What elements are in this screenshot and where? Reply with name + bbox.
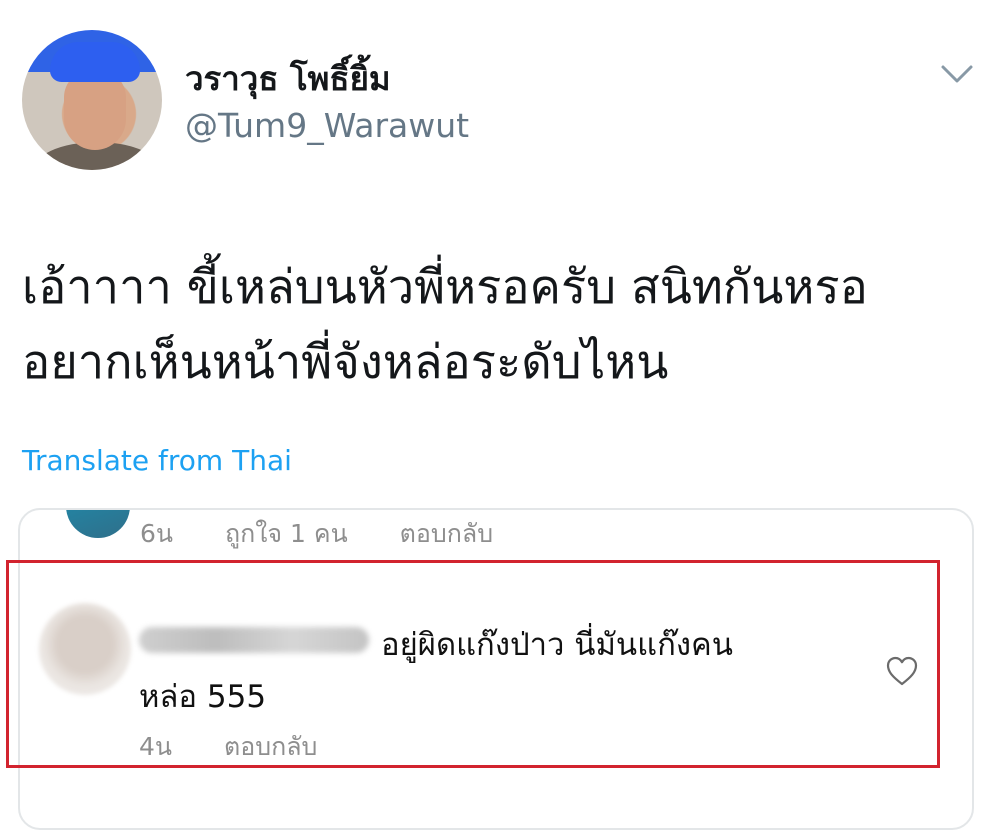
prev-comment-avatar — [66, 510, 130, 538]
comment-text-line1: อยู่ผิดแก๊งป่าว นี่มันแก๊งคน — [381, 627, 733, 663]
comment-meta: 4น ตอบกลับ — [139, 727, 361, 767]
avatar-hair — [50, 42, 140, 82]
comment-reply-button[interactable]: ตอบกลับ — [224, 732, 317, 761]
display-name[interactable]: วราวุธ โพธิ์ยิ้ม — [185, 52, 391, 105]
avatar-face — [64, 70, 126, 150]
prev-comment-time: 6น — [140, 519, 173, 548]
prev-comment-likes[interactable]: ถูกใจ 1 คน — [225, 519, 348, 548]
comment-text-line2: หล่อ 555 — [139, 679, 267, 715]
heart-icon[interactable] — [885, 655, 919, 687]
highlighted-comment: อยู่ผิดแก๊งป่าว นี่มันแก๊งคน หล่อ 555 4น… — [6, 560, 940, 768]
commenter-username-blurred[interactable] — [139, 627, 369, 653]
user-handle[interactable]: @Tum9_Warawut — [185, 106, 469, 145]
prev-comment-reply-button[interactable]: ตอบกลับ — [400, 519, 493, 548]
commenter-avatar[interactable] — [39, 603, 131, 695]
prev-comment-meta: 6น ถูกใจ 1 คน ตอบกลับ — [140, 514, 537, 554]
avatar[interactable] — [22, 30, 162, 170]
translate-link[interactable]: Translate from Thai — [22, 444, 292, 477]
comment-time: 4น — [139, 732, 172, 761]
tweet-text: เอ้าาาา ขี้เหล่บนหัวพี่หรอครับ สนิทกันหร… — [22, 260, 868, 390]
chevron-down-icon[interactable] — [940, 62, 974, 86]
